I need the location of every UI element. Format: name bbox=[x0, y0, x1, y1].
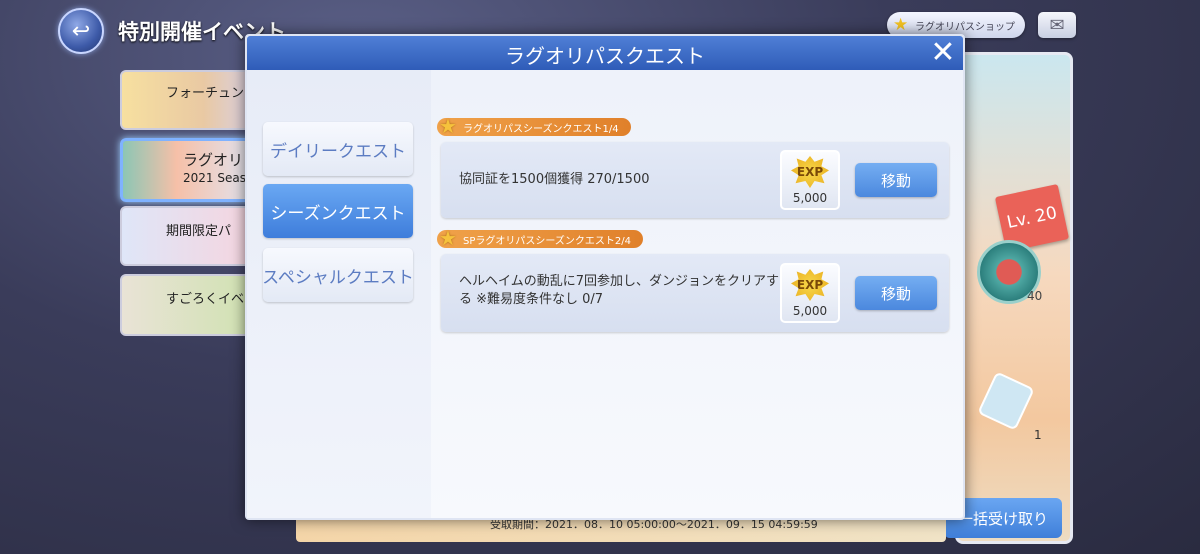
reward-box: EXP 5,000 bbox=[780, 263, 840, 323]
back-button[interactable]: ↩ bbox=[58, 8, 104, 54]
event-card-label: すごろくイベ bbox=[166, 292, 245, 307]
event-card-label: 期間限定パ bbox=[166, 224, 232, 239]
back-arrow-icon: ↩ bbox=[71, 18, 91, 44]
quest-description: 協同証を1500個獲得 270/1500 bbox=[459, 172, 650, 187]
move-button[interactable]: 移動 bbox=[855, 163, 937, 197]
star-icon: ★ bbox=[439, 114, 457, 138]
event-card-sugoroku[interactable]: すごろくイベ bbox=[120, 274, 260, 336]
quest-tab-column: デイリークエスト シーズンクエスト スペシャルクエスト bbox=[247, 70, 431, 518]
modal-body: デイリークエスト シーズンクエスト スペシャルクエスト ★ ラグオリパスシーズン… bbox=[247, 70, 963, 518]
modal-header: ラグオリパスクエスト ✕ bbox=[247, 36, 963, 70]
tab-special-quest[interactable]: スペシャルクエスト bbox=[262, 248, 414, 302]
item-count: 1 bbox=[1034, 428, 1042, 442]
quest-category-text: SPラグオリパスシーズンクエスト2/4 bbox=[463, 235, 631, 247]
quest-category-label: ★ SPラグオリパスシーズンクエスト2/4 bbox=[437, 226, 643, 250]
quest-card: ヘルヘイムの動乱に7回参加し、ダンジョンをクリアする ※難易度条件なし 0/7 … bbox=[441, 254, 949, 332]
reward-amount: 5,000 bbox=[792, 304, 828, 318]
tab-daily-quest[interactable]: デイリークエスト bbox=[263, 122, 413, 176]
quest-description: ヘルヘイムの動乱に7回参加し、ダンジョンをクリアする ※難易度条件なし 0/7 bbox=[459, 274, 780, 307]
mail-icon: ✉ bbox=[1049, 14, 1065, 36]
exp-icon: EXP bbox=[791, 269, 829, 301]
event-card-label: ラグオリ bbox=[183, 151, 244, 169]
pass-shop-label: ラグオリパスショップ bbox=[915, 21, 1015, 33]
reward-amount: 5,000 bbox=[792, 191, 828, 205]
event-card-sub: 2021 Seas bbox=[183, 171, 246, 185]
event-card-ragori-pass[interactable]: ラグオリ 2021 Seas bbox=[120, 138, 260, 202]
event-card-fortune[interactable]: フォーチュンビ bbox=[120, 70, 260, 130]
star-icon: ★ bbox=[439, 226, 457, 250]
event-card-limited[interactable]: 期間限定パ bbox=[120, 206, 260, 266]
reward-box: EXP 5,000 bbox=[780, 150, 840, 210]
exp-icon: EXP bbox=[791, 156, 829, 188]
quest-category-label: ★ ラグオリパスシーズンクエスト1/4 bbox=[437, 114, 631, 138]
close-icon[interactable]: ✕ bbox=[927, 37, 959, 69]
quest-category-text: ラグオリパスシーズンクエスト1/4 bbox=[463, 123, 619, 135]
move-button[interactable]: 移動 bbox=[855, 276, 937, 310]
mail-button[interactable]: ✉ bbox=[1038, 12, 1076, 38]
modal-title: ラグオリパスクエスト bbox=[505, 44, 705, 68]
star-icon: ★ bbox=[893, 15, 909, 35]
pass-quest-modal: ラグオリパスクエスト ✕ デイリークエスト シーズンクエスト スペシャルクエスト… bbox=[245, 34, 965, 520]
event-card-label: フォーチュンビ bbox=[166, 86, 258, 101]
tab-season-quest[interactable]: シーズンクエスト bbox=[263, 184, 413, 238]
quest-card: 協同証を1500個獲得 270/1500 EXP 5,000 移動 bbox=[441, 142, 949, 218]
cap-count: 40 bbox=[1027, 289, 1043, 303]
